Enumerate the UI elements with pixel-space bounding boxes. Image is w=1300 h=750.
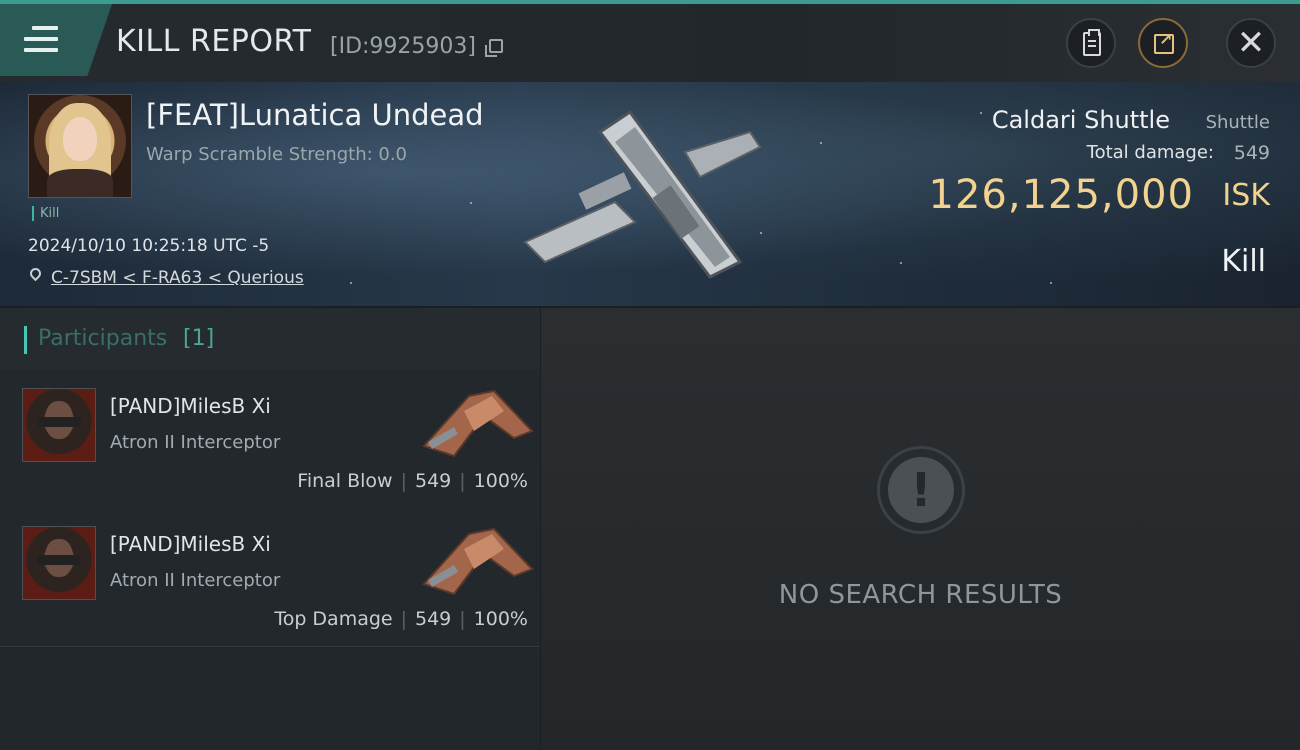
participant-name: [PAND]MilesB Xi [110,532,271,556]
participant-percent: 100% [473,470,528,492]
participant-ship: Atron II Interceptor [110,432,281,453]
location-link[interactable]: C-7SBM < F-RA63 < Querious [51,268,304,288]
menu-icon [24,26,58,59]
participant-ship-image [422,527,534,596]
no-results-message: NO SEARCH RESULTS [778,580,1063,610]
participants-header: Participants [1] [0,308,540,370]
participant-stats: Top Damage | 549 | 100% [274,608,528,630]
results-panel: ! NO SEARCH RESULTS [541,308,1300,750]
kill-tag: Kill [32,206,59,221]
participants-count: [1] [183,326,215,351]
ship-name[interactable]: Caldari Shuttle [992,106,1170,134]
kill-datetime: 2024/10/10 10:25:18 UTC -5 [28,236,270,256]
page-title: KILL REPORT [116,24,312,59]
participant-ship: Atron II Interceptor [110,570,281,591]
close-button[interactable]: ✕ [1226,18,1276,68]
total-damage-label: Total damage: [1086,142,1214,163]
copy-icon[interactable] [485,39,503,57]
victim-portrait[interactable] [28,94,132,198]
result-label: Kill [1221,244,1266,279]
warp-scramble-strength: Warp Scramble Strength: 0.0 [146,144,408,165]
close-icon: ✕ [1236,23,1266,63]
participant-name: [PAND]MilesB Xi [110,394,271,418]
clipboard-icon [1083,29,1101,56]
participant-stats: Final Blow | 549 | 100% [297,470,528,492]
ship-class: Shuttle [1205,112,1270,133]
participant-role: Top Damage [274,608,393,630]
participant-avatar [22,526,96,600]
isk-value: 126,125,000 [928,172,1194,218]
header-bar: KILL REPORT [ID:9925903] ✕ [0,4,1300,82]
participant-damage: 549 [415,470,452,492]
share-icon [1154,30,1174,54]
participant-row[interactable]: [PAND]MilesB Xi Atron II Interceptor Top… [0,508,540,647]
participants-panel: Participants [1] [PAND]MilesB Xi Atron I… [0,308,540,750]
total-damage-value: 549 [1233,142,1270,164]
participant-avatar [22,388,96,462]
participant-damage: 549 [415,608,452,630]
participant-role: Final Blow [297,470,393,492]
menu-button[interactable] [0,4,112,76]
isk-unit: ISK [1222,178,1270,213]
participant-row[interactable]: [PAND]MilesB Xi Atron II Interceptor Fin… [0,370,540,509]
participant-ship-image [422,389,534,458]
victim-ship-image[interactable] [505,92,775,282]
location-pin-icon [27,265,44,282]
participants-title: Participants [38,326,168,351]
kill-summary-banner: [FEAT]Lunatica Undead Warp Scramble Stre… [0,82,1300,306]
warning-icon: ! [877,446,965,534]
share-button[interactable] [1138,18,1188,68]
report-id: [ID:9925903] [330,34,476,59]
clipboard-button[interactable] [1066,18,1116,68]
victim-name[interactable]: [FEAT]Lunatica Undead [146,98,484,132]
participant-percent: 100% [473,608,528,630]
